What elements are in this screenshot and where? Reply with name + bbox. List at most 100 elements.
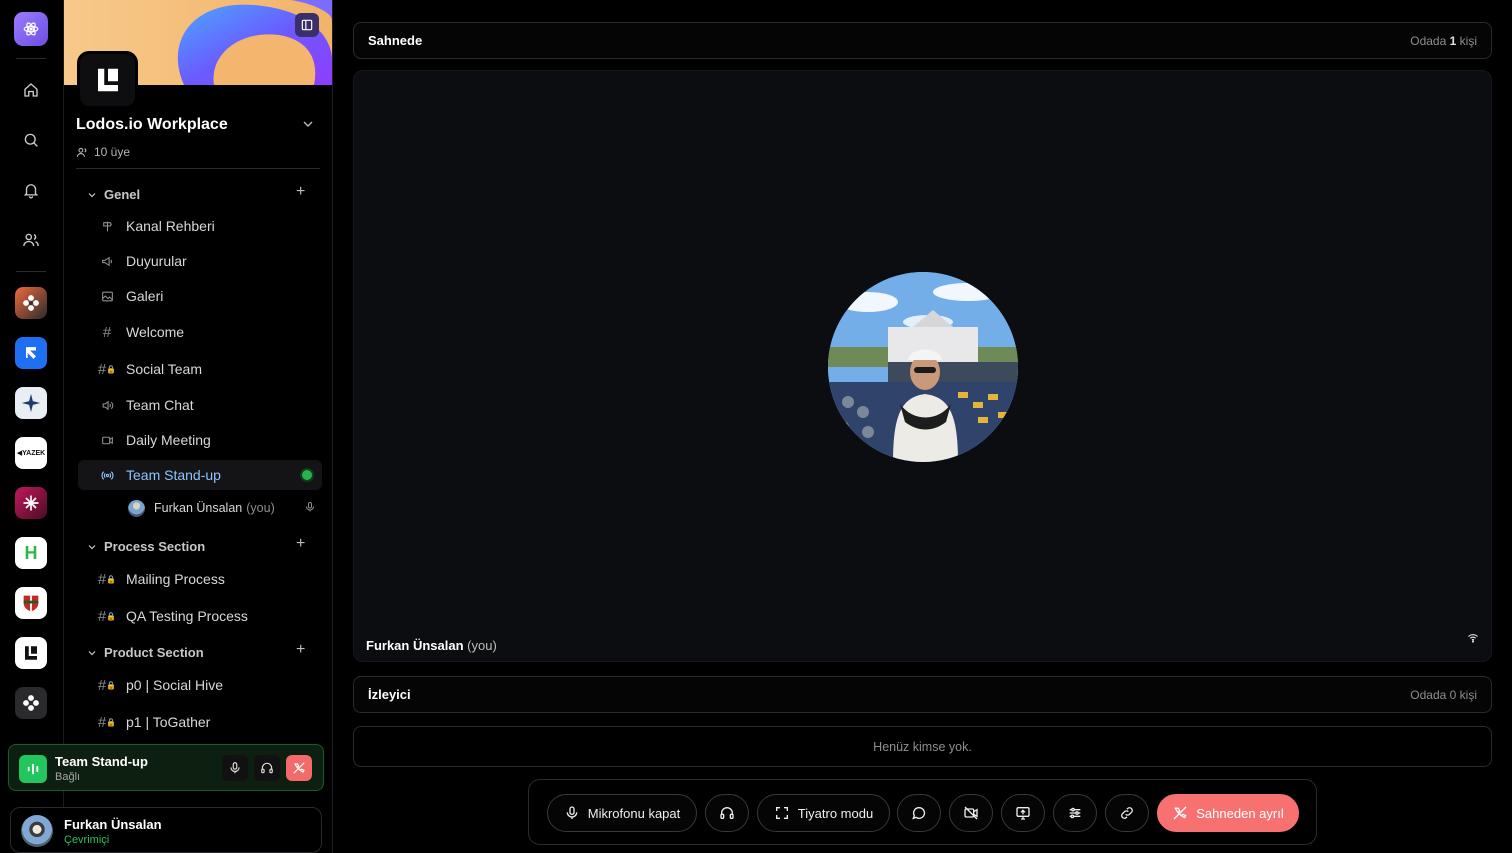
- channel-qa-testing-process[interactable]: # 🔒 QA Testing Process: [78, 601, 322, 631]
- app-rail: ◀YAZEK H: [0, 0, 64, 853]
- phone-off-icon: [293, 762, 305, 774]
- headphones-icon: [720, 807, 734, 819]
- add-channel-icon[interactable]: +: [296, 184, 305, 200]
- audience-empty-state: Henüz kimse yok.: [353, 726, 1492, 767]
- stage-header: Sahnede Odada 1 kişi: [353, 22, 1492, 59]
- add-channel-icon[interactable]: +: [296, 642, 305, 658]
- theater-mode-button[interactable]: Tiyatro modu: [757, 794, 890, 832]
- channel-kanal-rehberi[interactable]: Kanal Rehberi: [78, 211, 322, 241]
- server-lodos-icon[interactable]: [15, 637, 47, 669]
- channel-label: Mailing Process: [126, 571, 225, 587]
- channel-team-stand-up[interactable]: Team Stand-up: [78, 460, 322, 490]
- channel-team-chat[interactable]: Team Chat: [78, 390, 322, 420]
- button-label: Tiyatro modu: [797, 805, 874, 821]
- live-indicator: [302, 470, 312, 480]
- section-product[interactable]: Product Section: [86, 645, 204, 660]
- voice-status: Bağlı: [55, 771, 81, 783]
- divider: [76, 168, 320, 169]
- hash-lock-icon: # 🔒: [97, 360, 117, 378]
- home-icon[interactable]: [14, 73, 48, 107]
- hash-lock-icon: # 🔒: [97, 570, 117, 588]
- mute-mic-button[interactable]: Mikrofonu kapat: [547, 794, 697, 832]
- users-icon: [76, 147, 87, 157]
- channel-p0-social-hive[interactable]: # 🔒 p0 | Social Hive: [78, 670, 322, 700]
- channel-mailing-process[interactable]: # 🔒 Mailing Process: [78, 564, 322, 594]
- server-flower-orange-icon[interactable]: [15, 287, 47, 319]
- hash-lock-icon: # 🔒: [97, 607, 117, 625]
- channel-galeri[interactable]: Galeri: [78, 281, 322, 311]
- leave-stage-button[interactable]: Sahneden ayrıl: [1157, 794, 1299, 832]
- microphone-icon: [304, 501, 316, 516]
- server-h-icon[interactable]: H: [15, 537, 47, 569]
- count-prefix: Odada: [1410, 34, 1447, 48]
- channel-label: QA Testing Process: [126, 608, 248, 624]
- channel-duyurular[interactable]: Duyurular: [78, 246, 322, 276]
- stage-view: Sahnede Odada 1 kişi Furkan Ünsalan (you…: [333, 0, 1512, 853]
- chevron-down-icon: [88, 192, 96, 197]
- channel-label: p0 | Social Hive: [126, 677, 224, 693]
- chat-bubble-icon: [912, 806, 926, 820]
- user-status: Çevrimiçi: [64, 834, 110, 846]
- channel-label: Welcome: [126, 324, 185, 340]
- channel-label: Social Team: [126, 361, 203, 377]
- screen-share-button[interactable]: [1001, 794, 1045, 832]
- collapse-sidebar-icon[interactable]: [295, 13, 319, 37]
- stage-member-row[interactable]: Furkan Ünsalan (you): [128, 498, 322, 518]
- deafen-button[interactable]: [705, 794, 749, 832]
- search-icon[interactable]: [14, 123, 48, 157]
- channel-social-team[interactable]: # 🔒 Social Team: [78, 354, 322, 384]
- mute-button[interactable]: [222, 755, 248, 781]
- channel-label: p1 | ToGather: [126, 714, 211, 730]
- channel-p1-togather[interactable]: # 🔒 p1 | ToGather: [78, 707, 322, 737]
- hash-lock-icon: # 🔒: [97, 713, 117, 731]
- microphone-icon: [566, 806, 578, 819]
- member-you-suffix: (you): [246, 501, 275, 515]
- button-label: Mikrofonu kapat: [587, 805, 681, 821]
- chat-button[interactable]: [897, 794, 941, 832]
- member-count: 10 üye: [94, 145, 131, 159]
- channel-label: Team Chat: [126, 397, 194, 413]
- workspace-title[interactable]: Lodos.io Workplace: [76, 116, 228, 134]
- link-icon: [1121, 807, 1133, 819]
- speaker-avatar[interactable]: [828, 272, 1018, 462]
- stage-title: Sahnede: [368, 33, 423, 48]
- chevron-down-icon[interactable]: [300, 116, 316, 137]
- user-panel[interactable]: Furkan Ünsalan Çevrimiçi: [10, 807, 322, 853]
- workspace-members[interactable]: 10 üye: [76, 145, 130, 159]
- server-star-icon[interactable]: [15, 387, 47, 419]
- section-title: Product Section: [104, 645, 204, 660]
- channel-label: Daily Meeting: [126, 432, 211, 448]
- server-arrow-blue-icon[interactable]: [15, 337, 47, 369]
- copy-link-button[interactable]: [1105, 794, 1149, 832]
- server-yazek-icon[interactable]: ◀YAZEK: [15, 437, 47, 469]
- settings-sliders-button[interactable]: [1053, 794, 1097, 832]
- channel-daily-meeting[interactable]: Daily Meeting: [78, 425, 322, 455]
- server-knot-icon[interactable]: [15, 487, 47, 519]
- voice-channel-name[interactable]: Team Stand-up: [55, 754, 148, 769]
- disconnect-button[interactable]: [286, 755, 312, 781]
- channel-sidebar: Lodos.io Workplace 10 üye Genel + Kanal …: [64, 0, 333, 853]
- stage-count: Odada 1 kişi: [1410, 34, 1477, 48]
- audio-wave-icon: [19, 755, 47, 783]
- channel-welcome[interactable]: # Welcome: [78, 317, 322, 347]
- server-flower-gray-icon[interactable]: [15, 687, 47, 719]
- section-genel[interactable]: Genel: [86, 187, 140, 202]
- bell-icon[interactable]: [14, 173, 48, 207]
- camera-off-button[interactable]: [949, 794, 993, 832]
- atom-logo-icon[interactable]: [14, 12, 48, 46]
- image-icon: [100, 290, 114, 303]
- deafen-button[interactable]: [254, 755, 280, 781]
- sliders-icon: [1069, 807, 1081, 819]
- count-value: 1: [1449, 34, 1457, 48]
- channel-label: Duyurular: [126, 253, 187, 269]
- section-process[interactable]: Process Section: [86, 539, 205, 554]
- connection-quality-icon: [1467, 631, 1479, 649]
- megaphone-icon: [100, 255, 114, 268]
- camera-off-icon: [964, 806, 978, 820]
- add-channel-icon[interactable]: +: [296, 536, 305, 552]
- users-icon[interactable]: [14, 223, 48, 257]
- server-crest-icon[interactable]: [15, 587, 47, 619]
- speaker-you-suffix: (you): [467, 638, 497, 653]
- avatar: [128, 499, 145, 517]
- headphones-icon: [261, 762, 273, 774]
